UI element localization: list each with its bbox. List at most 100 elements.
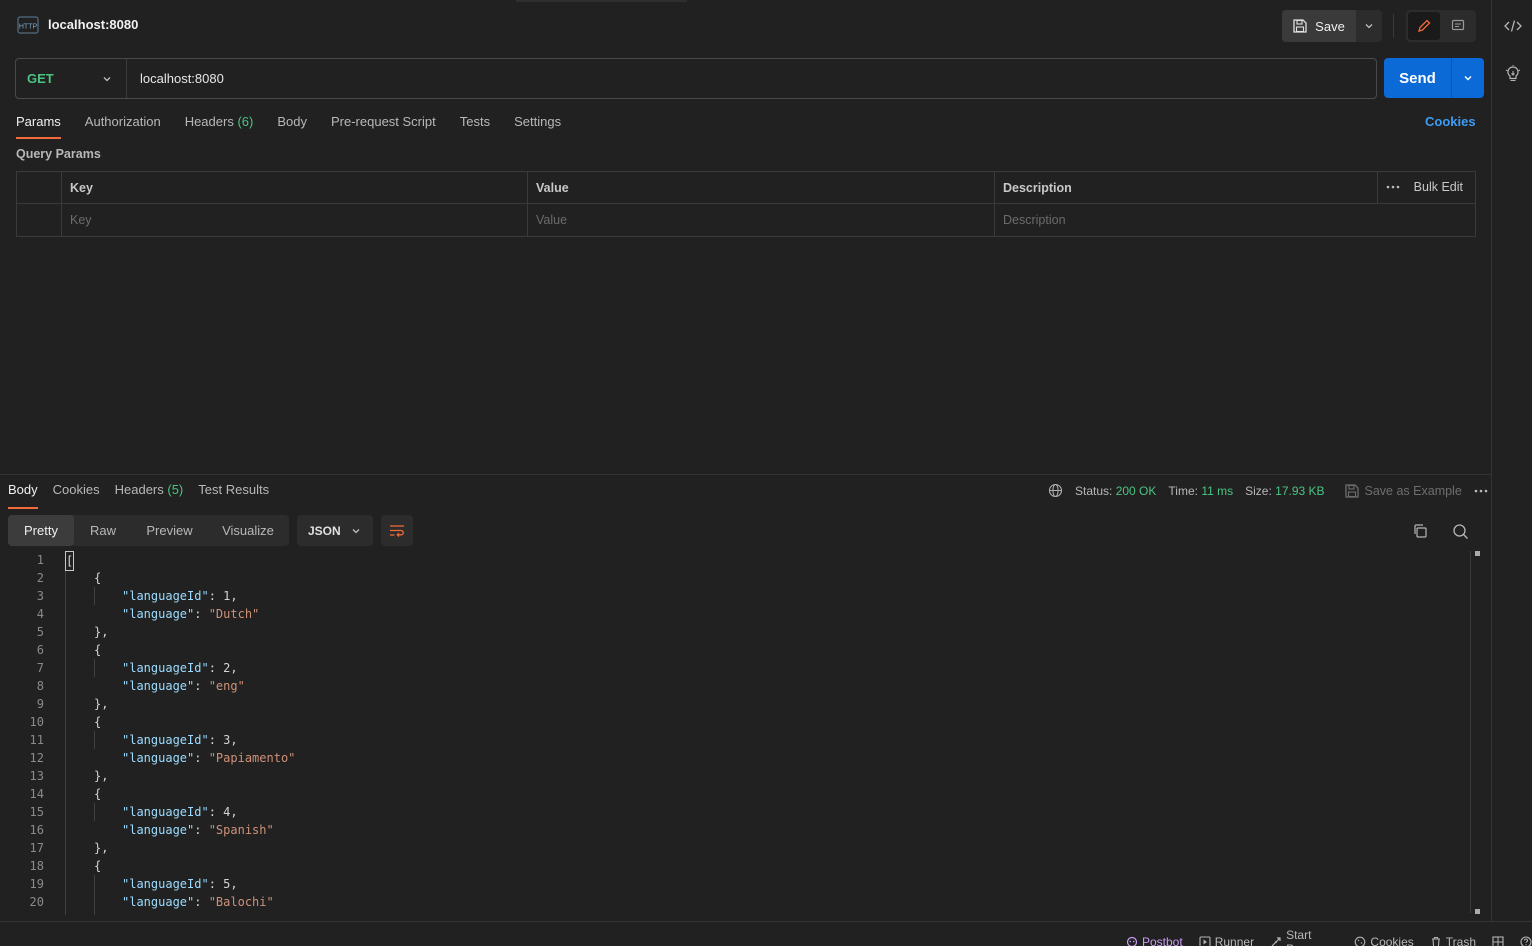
line-number: 14	[29, 787, 44, 801]
wrap-icon	[389, 524, 405, 538]
chevron-down-icon	[1463, 73, 1473, 83]
time-info[interactable]: Time: 11 ms	[1168, 484, 1233, 498]
format-select[interactable]: JSON	[297, 515, 373, 546]
code-text: "languageId": 3,	[122, 733, 238, 747]
line-number: 16	[29, 823, 44, 837]
postbot-button[interactable]: Postbot	[1126, 935, 1183, 946]
response-splitter[interactable]	[0, 474, 1491, 475]
resp-tab-body[interactable]: Body	[8, 482, 38, 509]
size-value: 17.93 KB	[1275, 483, 1325, 498]
start-proxy-button[interactable]: Start Proxy	[1270, 928, 1338, 946]
line-number: 19	[29, 877, 44, 891]
layout-icon[interactable]	[1492, 936, 1504, 946]
comment-mode-button[interactable]	[1442, 12, 1474, 40]
cookies-button[interactable]: Cookies	[1354, 935, 1414, 946]
response-meta: Status: 200 OK Time: 11 ms Size: 17.93 K…	[1048, 483, 1488, 498]
bulk-edit-button[interactable]: Bulk Edit	[1414, 180, 1463, 194]
view-visualize[interactable]: Visualize	[207, 515, 289, 546]
line-number: 15	[29, 805, 44, 819]
save-label: Save	[1315, 18, 1345, 34]
request-title[interactable]: localhost:8080	[48, 17, 138, 32]
resp-tab-headers[interactable]: Headers (5)	[115, 482, 184, 508]
scrollbar-marker	[1475, 909, 1480, 914]
line-number: 3	[36, 589, 44, 603]
postbot-icon	[1126, 936, 1138, 946]
tab-settings[interactable]: Settings	[514, 112, 561, 138]
trash-button[interactable]: Trash	[1430, 935, 1476, 946]
tab-headers[interactable]: Headers (6)	[185, 112, 254, 138]
wrap-lines-button[interactable]	[381, 515, 413, 546]
save-options-button[interactable]	[1356, 10, 1382, 42]
code-icon[interactable]	[1500, 13, 1526, 39]
code-line: 5},	[0, 623, 1470, 641]
code-text: "language": "Spanish"	[122, 823, 274, 837]
code-line: 13},	[0, 767, 1470, 785]
status-info[interactable]: Status: 200 OK	[1075, 484, 1156, 498]
view-pretty[interactable]: Pretty	[8, 515, 74, 546]
runner-button[interactable]: Runner	[1199, 935, 1254, 946]
tab-prerequest-script[interactable]: Pre-request Script	[331, 112, 436, 138]
size-label: Size:	[1245, 483, 1272, 498]
save-as-example-button[interactable]: Save as Example	[1344, 483, 1462, 498]
line-number: 6	[36, 643, 44, 657]
query-params-title: Query Params	[16, 147, 101, 161]
request-tabs: Params Authorization Headers (6) Body Pr…	[16, 112, 561, 140]
send-options-button[interactable]	[1451, 58, 1484, 98]
more-icon[interactable]	[1386, 185, 1400, 189]
cookies-label: Cookies	[1370, 935, 1414, 946]
header-divider	[1393, 14, 1394, 38]
column-value: Value	[528, 172, 995, 203]
globe-icon[interactable]	[1048, 483, 1063, 498]
search-icon[interactable]	[1450, 521, 1470, 541]
code-line: 20 "language": "Balochi"	[0, 893, 1470, 911]
comment-icon	[1451, 19, 1465, 33]
view-preview[interactable]: Preview	[132, 515, 207, 546]
code-text: {	[94, 571, 102, 585]
code-line: 1[	[0, 551, 1470, 571]
save-button[interactable]: Save	[1282, 10, 1356, 42]
editor-scrollbar-track[interactable]	[1470, 551, 1471, 913]
value-input[interactable]: Value	[528, 204, 995, 236]
method-select[interactable]: GET	[16, 59, 127, 98]
more-icon[interactable]	[1474, 489, 1488, 493]
code-line: 6{	[0, 641, 1470, 659]
scrollbar-marker	[1475, 551, 1480, 556]
response-body-editor[interactable]: 1[2{3 "languageId": 1, 4 "language": "Dutch…	[0, 551, 1470, 915]
resp-tab-cookies[interactable]: Cookies	[53, 482, 100, 508]
view-raw[interactable]: Raw	[74, 515, 132, 546]
size-info[interactable]: Size: 17.93 KB	[1245, 484, 1324, 498]
request-header: HTTP localhost:8080 Save	[0, 0, 1491, 50]
line-number: 20	[29, 895, 44, 909]
send-button[interactable]: Send	[1384, 58, 1451, 98]
line-number: 7	[36, 661, 44, 675]
tab-authorization[interactable]: Authorization	[85, 112, 161, 138]
key-input[interactable]: Key	[62, 204, 528, 236]
code-line: 11 "languageId": 3,	[0, 731, 1470, 749]
runner-label: Runner	[1214, 935, 1255, 946]
postbot-label: Postbot	[1142, 935, 1183, 946]
code-line: 2{	[0, 569, 1470, 587]
cookies-link[interactable]: Cookies	[1425, 114, 1476, 129]
table-actions: Bulk Edit	[1386, 180, 1463, 194]
code-text: "languageId": 2,	[122, 661, 238, 675]
tab-headers-label: Headers	[184, 114, 234, 129]
help-icon[interactable]	[1520, 936, 1532, 946]
method-label: GET	[27, 71, 54, 86]
line-number: 13	[29, 769, 44, 783]
lightbulb-icon[interactable]	[1500, 61, 1526, 87]
copy-icon[interactable]	[1410, 521, 1430, 541]
status-value: 200 OK	[1115, 483, 1157, 498]
code-line: 10 {	[0, 713, 1470, 731]
edit-mode-button[interactable]	[1408, 12, 1440, 40]
resp-tab-test-results[interactable]: Test Results	[198, 482, 269, 508]
code-text: },	[94, 769, 109, 783]
tab-params[interactable]: Params	[16, 112, 61, 139]
tab-body[interactable]: Body	[277, 112, 307, 138]
code-text: },	[94, 625, 109, 639]
description-input[interactable]: Description	[995, 204, 1475, 236]
code-line: 4 "language": "Dutch"	[0, 605, 1470, 623]
tab-tests[interactable]: Tests	[460, 112, 490, 138]
save-as-example-label: Save as Example	[1364, 483, 1462, 498]
url-input[interactable]	[127, 59, 1376, 98]
chevron-down-icon	[102, 74, 112, 84]
